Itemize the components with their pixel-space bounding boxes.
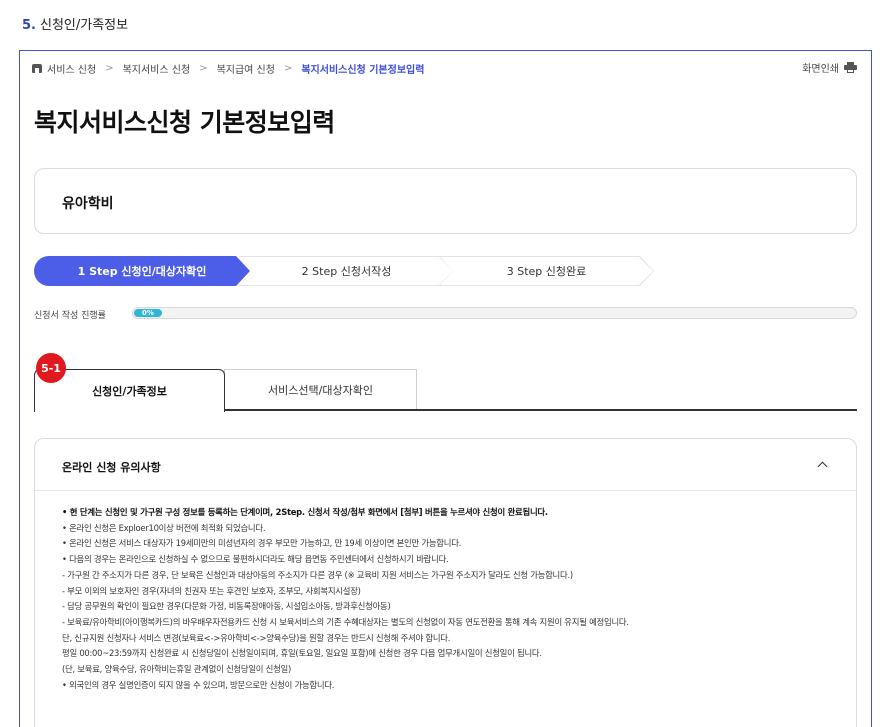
- service-name: 유아학비: [62, 196, 114, 212]
- notice-line: - 보육료/유아학비(아이행복카드)의 바우배우자전용카드 신청 시 보육서비스…: [62, 616, 629, 627]
- notice-header[interactable]: 온라인 신청 유의사항: [35, 439, 856, 491]
- notice-line: • 현 단계는 신청인 및 가구원 구성 정보를 등록하는 단계이며, 2Ste…: [62, 507, 548, 517]
- step-2: 2 Step 신청서작성: [239, 256, 454, 286]
- section-badge: 5-1: [36, 353, 66, 383]
- progress-row: 신청서 작성 진행률 0%: [34, 307, 857, 321]
- section-heading: 5. 신청인/가족정보: [22, 14, 128, 33]
- notice-line: • 외국인의 경우 실명인증이 되지 않을 수 있으며, 방문으로만 신청이 가…: [62, 679, 335, 690]
- step-3: 3 Step 신청완료: [439, 256, 654, 286]
- notice-line: • 다음의 경우는 온라인으로 신청하실 수 없으므로 불편하시더라도 해당 읍…: [62, 554, 449, 565]
- notice-line: • 온라인 신청은 Exploer10이상 버전에 최적화 되었습니다.: [62, 522, 266, 533]
- step-3-label: 3 Step 신청완료: [506, 265, 587, 278]
- page-title: 복지서비스신청 기본정보입력: [34, 108, 335, 137]
- notice-line: 단, 신규지원 신청자나 서비스 변경(보육료<->유아학비<->양육수당)을 …: [62, 632, 451, 643]
- section-title: 신청인/가족정보: [39, 18, 129, 33]
- notice-title: 온라인 신청 유의사항: [62, 461, 161, 474]
- print-label: 화면인쇄: [802, 64, 839, 75]
- service-card: 유아학비: [34, 168, 857, 234]
- step-1: 1 Step 신청인/대상자확인: [34, 256, 250, 286]
- tab-baseline: [224, 409, 857, 411]
- step-indicator: 1 Step 신청인/대상자확인 2 Step 신청서작성 3 Step 신청완…: [34, 256, 664, 286]
- notice-line: • 온라인 신청은 서비스 대상자가 19세미만의 미성년자의 경우 부모만 가…: [62, 538, 462, 549]
- screenshot-frame: 서비스 신청 > 복지서비스 신청 > 복지급여 신청 > 복지서비스신청 기본…: [19, 50, 872, 727]
- tab-bar: 신청인/가족정보 서비스선택/대상자확인: [34, 369, 857, 412]
- notice-line: - 가구원 간 주소지가 다른 경우, 단 보육은 신청인과 대상아동의 주소지…: [62, 569, 573, 580]
- breadcrumb-separator: >: [105, 63, 114, 74]
- breadcrumb-item[interactable]: 복지급여 신청: [217, 61, 275, 76]
- step-2-label: 2 Step 신청서작성: [301, 265, 392, 278]
- notice-line: (단, 보육료, 양육수당, 유아학비는휴일 관계없이 신청당일이 신청일): [62, 664, 292, 675]
- tab-service-selection[interactable]: 서비스선택/대상자확인: [224, 369, 417, 409]
- progress-label: 신청서 작성 진행률: [34, 311, 106, 321]
- step-1-label: 1 Step 신청인/대상자확인: [77, 265, 207, 278]
- breadcrumb: 서비스 신청 > 복지서비스 신청 > 복지급여 신청 > 복지서비스신청 기본…: [32, 61, 424, 76]
- home-icon[interactable]: [32, 64, 42, 73]
- notice-line: - 담당 공무원의 확인이 필요한 경우(다문화 가정, 비동록장애아동, 시설…: [62, 601, 391, 612]
- breadcrumb-item[interactable]: 서비스 신청: [47, 61, 96, 76]
- breadcrumb-separator: >: [199, 63, 208, 74]
- breadcrumb-current: 복지서비스신청 기본정보입력: [301, 65, 425, 76]
- tab-label: 서비스선택/대상자확인: [268, 383, 373, 397]
- print-button[interactable]: 화면인쇄: [802, 60, 857, 75]
- progress-value: 0%: [134, 309, 162, 317]
- progress-bar: 0%: [132, 307, 857, 319]
- notice-body: • 현 단계는 신청인 및 가구원 구성 정보를 등록하는 단계이며, 2Ste…: [62, 505, 836, 693]
- breadcrumb-item[interactable]: 복지서비스 신청: [123, 61, 191, 76]
- notice-line: 평일 00:00~23:59까지 신청완료 시 신청당일이 신청일이되며, 휴일…: [62, 648, 542, 659]
- breadcrumb-separator: >: [283, 63, 293, 74]
- section-number: 5.: [22, 18, 36, 33]
- tab-label: 신청인/가족정보: [92, 385, 167, 398]
- chevron-up-icon[interactable]: [816, 459, 828, 471]
- printer-icon: [844, 62, 857, 73]
- notice-line: - 부모 이외의 보호자인 경우(자녀의 친권자 또는 후견인 보호자, 조부모…: [62, 585, 361, 596]
- notice-panel: 온라인 신청 유의사항 • 현 단계는 신청인 및 가구원 구성 정보를 등록하…: [34, 438, 857, 727]
